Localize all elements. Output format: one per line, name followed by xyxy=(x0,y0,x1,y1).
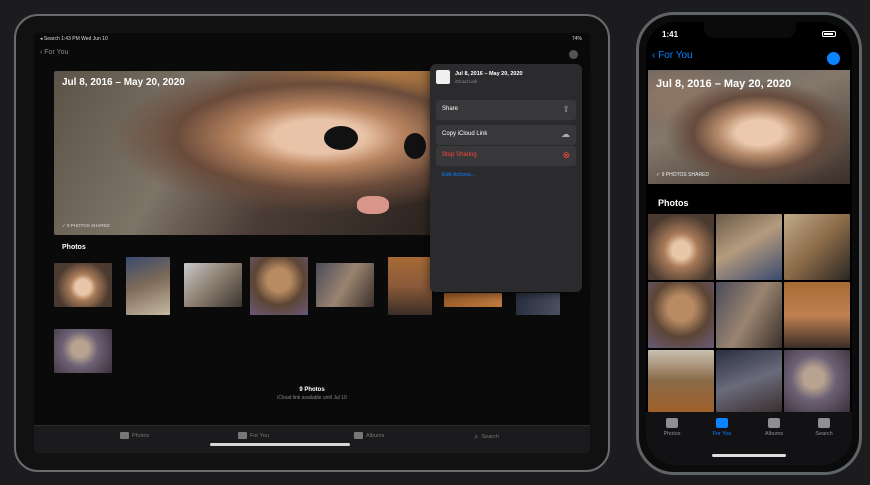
iphone-hero-shared-count: ✓ 9 PHOTOS SHARED xyxy=(656,172,709,178)
photo-thumbnail[interactable] xyxy=(184,263,242,307)
ipad-battery-text: 74% xyxy=(571,36,582,42)
menu-title: Jul 8, 2016 – May 20, 2020 xyxy=(455,71,523,77)
hero-shared-count: ✓ 9 PHOTOS SHARED xyxy=(62,223,110,228)
share-icon: ⇪ xyxy=(562,104,570,114)
iphone-home-indicator[interactable] xyxy=(712,454,786,457)
photo-thumbnail[interactable] xyxy=(54,329,112,373)
kitten-eye xyxy=(324,126,358,150)
tab-albums[interactable]: Albums xyxy=(354,432,384,439)
photo-thumbnail[interactable] xyxy=(516,293,560,315)
ipad-nav-bar: ‹ For You xyxy=(34,45,590,63)
iphone-hero-image[interactable]: Jul 8, 2016 – May 20, 2020 ✓ 9 PHOTOS SH… xyxy=(648,70,850,184)
ipad-status-left: ◂ Search 1:43 PM Wed Jun 10 xyxy=(40,36,108,42)
section-title: Photos xyxy=(62,244,86,251)
photo-thumbnail[interactable] xyxy=(250,257,308,315)
more-icon[interactable] xyxy=(569,50,578,59)
kitten-eye xyxy=(404,133,426,159)
albums-icon xyxy=(354,432,363,439)
iphone-tab-for-you[interactable]: For You xyxy=(702,418,742,437)
photo-thumbnail[interactable] xyxy=(648,214,714,280)
tab-photos[interactable]: Photos xyxy=(120,432,149,439)
ipad-tab-bar: Photos For You Albums ⌕ Search xyxy=(34,425,590,453)
photo-thumbnail[interactable] xyxy=(716,214,782,280)
photo-thumbnail[interactable] xyxy=(54,263,112,307)
iphone-hero-title: Jul 8, 2016 – May 20, 2020 xyxy=(656,78,792,90)
back-button[interactable]: ‹ For You xyxy=(40,49,68,56)
photo-thumbnail[interactable] xyxy=(784,282,850,348)
iphone-time: 1:41 xyxy=(662,30,679,39)
menu-subtitle: iCloud Link xyxy=(455,79,478,84)
photos-icon xyxy=(120,432,129,439)
photo-thumbnail[interactable] xyxy=(126,257,170,315)
stop-sharing-button[interactable]: Stop Sharing ⊗ xyxy=(436,146,576,166)
photo-count: 9 Photos xyxy=(299,387,325,393)
iphone-more-icon[interactable] xyxy=(827,52,840,65)
for-you-icon xyxy=(716,418,728,428)
iphone-tab-photos[interactable]: Photos xyxy=(652,418,692,437)
photo-thumbnail[interactable] xyxy=(784,214,850,280)
photo-thumbnail[interactable] xyxy=(316,263,374,307)
cloud-icon: ☁ xyxy=(561,129,570,139)
x-circle-icon: ⊗ xyxy=(562,150,570,160)
copy-icloud-link-button[interactable]: Copy iCloud Link ☁ xyxy=(436,125,576,145)
photo-thumbnail[interactable] xyxy=(388,257,432,315)
edit-actions-link[interactable]: Edit Actions... xyxy=(442,172,475,178)
for-you-icon xyxy=(238,432,247,439)
search-icon xyxy=(818,418,830,428)
ipad-status-bar: ◂ Search 1:43 PM Wed Jun 10 74% xyxy=(34,33,590,45)
link-expiry: iCloud link available until Jul 10 xyxy=(277,395,347,401)
photo-thumbnail[interactable] xyxy=(716,350,782,412)
ipad-home-indicator[interactable] xyxy=(210,443,350,446)
iphone-tab-bar: Photos For You Albums Search xyxy=(646,412,852,465)
iphone-tab-albums[interactable]: Albums xyxy=(754,418,794,437)
iphone-tab-search[interactable]: Search xyxy=(804,418,844,437)
photos-icon xyxy=(666,418,678,428)
cloud-link-icon xyxy=(436,70,450,84)
search-icon: ⌕ xyxy=(474,432,479,441)
tab-search[interactable]: ⌕ Search xyxy=(474,432,499,442)
photo-thumbnail[interactable] xyxy=(444,293,502,307)
hero-image[interactable]: Jul 8, 2016 – May 20, 2020 ✓ 9 PHOTOS SH… xyxy=(54,71,444,235)
photo-thumbnail[interactable] xyxy=(648,350,714,412)
photo-thumbnail[interactable] xyxy=(648,282,714,348)
tab-for-you[interactable]: For You xyxy=(238,432,269,439)
iphone-screen: 1:41 ‹ For You Jul 8, 2016 – May 20, 202… xyxy=(646,22,852,465)
battery-icon xyxy=(822,31,836,37)
albums-icon xyxy=(768,418,780,428)
hero-title: Jul 8, 2016 – May 20, 2020 xyxy=(62,77,185,88)
photo-thumbnail[interactable] xyxy=(716,282,782,348)
share-button[interactable]: Share ⇪ xyxy=(436,100,576,120)
notch xyxy=(704,22,796,38)
share-menu: Jul 8, 2016 – May 20, 2020 iCloud Link S… xyxy=(430,64,582,292)
kitten-nose xyxy=(357,196,389,214)
iphone-section-title: Photos xyxy=(658,198,689,208)
photo-thumbnail[interactable] xyxy=(784,350,850,412)
iphone-back-button[interactable]: ‹ For You xyxy=(652,50,693,61)
